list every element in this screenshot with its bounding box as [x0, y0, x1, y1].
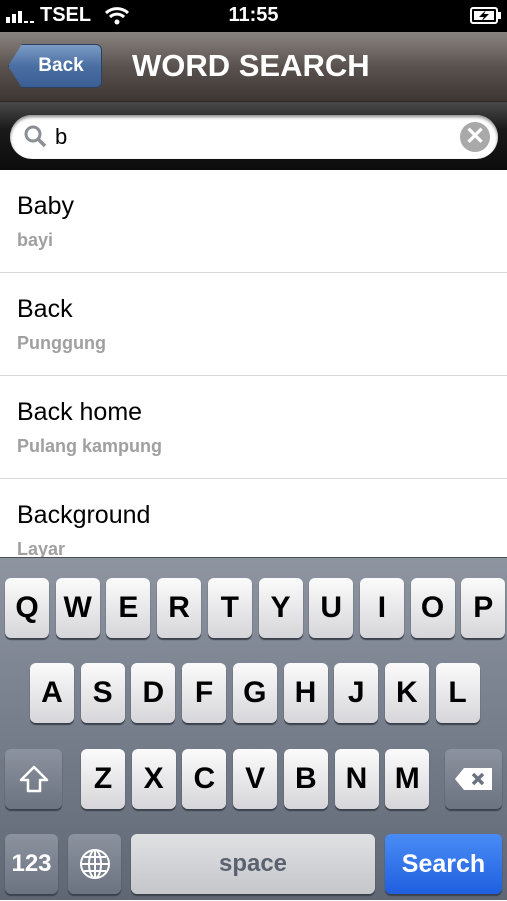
- search-icon: [24, 125, 47, 148]
- word: Back home: [17, 398, 143, 426]
- list-item[interactable]: Back Punggung: [0, 273, 507, 376]
- delete-key[interactable]: [445, 749, 502, 809]
- translation: Punggung: [17, 333, 106, 353]
- translation: Pulang kampung: [17, 436, 163, 456]
- key-w[interactable]: W: [55, 578, 100, 638]
- key-m[interactable]: M: [385, 749, 430, 809]
- key-x[interactable]: X: [131, 749, 176, 809]
- key-j[interactable]: J: [334, 663, 379, 723]
- key-l[interactable]: L: [435, 663, 480, 723]
- search-value: b: [55, 124, 68, 149]
- key-p[interactable]: P: [461, 578, 506, 638]
- clear-icon[interactable]: ✕: [460, 122, 490, 152]
- keyboard: 123 space Search QWERTYUIOP ASDFGHJKL ZXCV…: [0, 557, 507, 900]
- key-r[interactable]: R: [157, 578, 202, 638]
- key-d[interactable]: D: [131, 663, 176, 723]
- key-g[interactable]: G: [232, 663, 277, 723]
- back-button[interactable]: Back: [8, 44, 102, 88]
- search-bar: b ✕: [0, 102, 507, 170]
- globe-key[interactable]: [68, 834, 121, 894]
- key-t[interactable]: T: [207, 578, 252, 638]
- key-h[interactable]: H: [283, 663, 328, 723]
- shift-arrow-icon: [19, 765, 48, 793]
- key-c[interactable]: C: [182, 749, 227, 809]
- search-key[interactable]: Search: [385, 834, 502, 894]
- status-bar: TSEL 11:55: [0, 0, 507, 32]
- battery-charging-icon: [470, 7, 501, 24]
- key-o[interactable]: O: [410, 578, 455, 638]
- word: Background: [17, 501, 151, 529]
- key-b[interactable]: B: [283, 749, 328, 809]
- key-y[interactable]: Y: [258, 578, 303, 638]
- numbers-key[interactable]: 123: [5, 834, 58, 894]
- clock: 11:55: [228, 4, 279, 26]
- key-s[interactable]: S: [80, 663, 125, 723]
- word: Back: [17, 295, 73, 323]
- translation: bayi: [17, 230, 54, 250]
- key-z[interactable]: Z: [81, 749, 125, 809]
- page-title: WORD SEARCH: [132, 48, 370, 83]
- backspace-icon: [454, 768, 492, 790]
- key-n[interactable]: N: [334, 749, 379, 809]
- key-q[interactable]: Q: [5, 578, 49, 638]
- space-key[interactable]: space: [131, 834, 375, 894]
- key-i[interactable]: I: [359, 578, 404, 638]
- search-input[interactable]: b ✕: [10, 115, 498, 159]
- key-v[interactable]: V: [233, 749, 278, 809]
- list-item[interactable]: Baby bayi: [0, 170, 507, 273]
- list-item[interactable]: Back home Pulang kampung: [0, 376, 507, 479]
- key-e[interactable]: E: [106, 578, 151, 638]
- shift-key[interactable]: [5, 749, 62, 809]
- key-u[interactable]: U: [309, 578, 354, 638]
- word: Baby: [17, 192, 74, 220]
- navigation-bar: Back WORD SEARCH: [0, 32, 507, 102]
- key-f[interactable]: F: [182, 663, 227, 723]
- key-k[interactable]: K: [384, 663, 429, 723]
- key-a[interactable]: A: [30, 663, 74, 723]
- globe-icon: [79, 849, 110, 879]
